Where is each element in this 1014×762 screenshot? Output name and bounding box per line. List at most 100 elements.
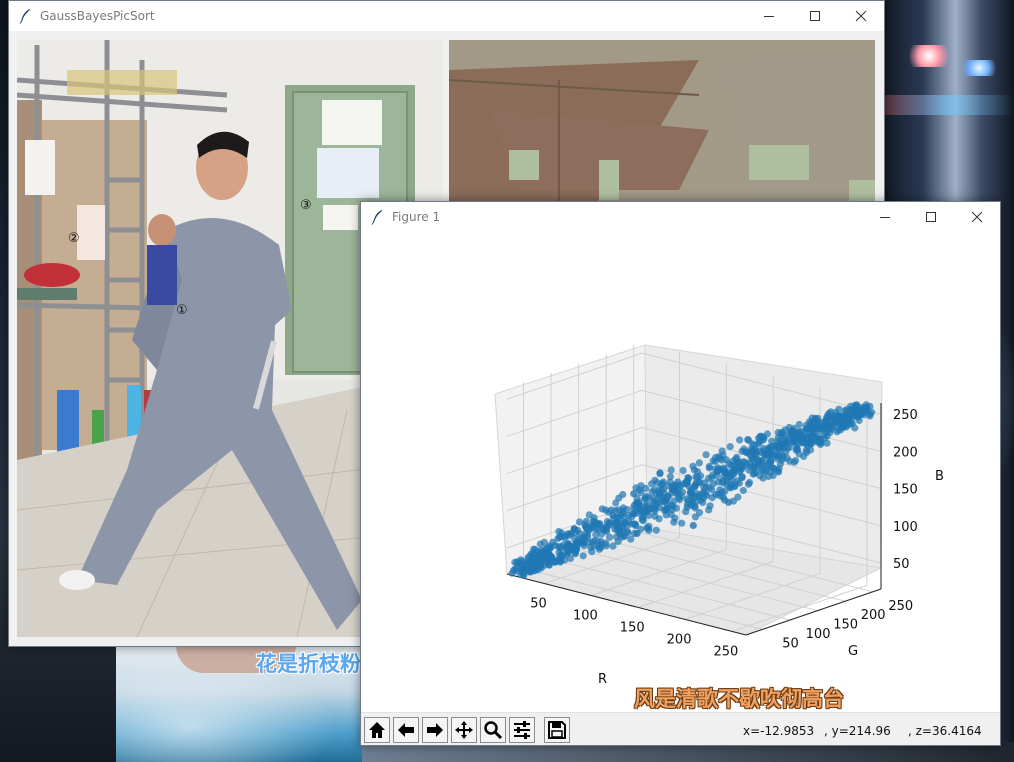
zoom-icon [484, 721, 503, 740]
scatter-point [529, 552, 537, 560]
x-tick-label: 100 [573, 609, 598, 624]
figure-window[interactable]: Figure 1 50 100 150 200 250 50 100 150 200 250 50 1… [360, 201, 1001, 746]
marker-2: ② [68, 231, 80, 246]
scatter-point [691, 502, 699, 510]
home-button[interactable] [364, 717, 390, 743]
zoom-button[interactable] [480, 717, 506, 743]
scatter-point [529, 561, 537, 570]
save-button[interactable] [544, 717, 570, 743]
scatter-point [633, 529, 641, 537]
scatter-point [602, 523, 610, 531]
scatter-point [627, 535, 635, 543]
scatter-point [683, 479, 691, 488]
marker-3: ③ [300, 198, 312, 213]
maximize-button[interactable] [792, 1, 838, 31]
scatter-point [840, 413, 848, 421]
close-icon [971, 211, 983, 223]
scatter-point [652, 526, 660, 534]
scatter-point [775, 453, 783, 461]
scatter-3d-plot[interactable]: 50 100 150 200 250 50 100 150 200 250 50 100 150 200 2… [361, 232, 1000, 712]
figure-close-button[interactable] [954, 202, 1000, 232]
x-tick-label: 250 [714, 644, 739, 659]
back-button[interactable] [393, 717, 419, 743]
scatter-point [815, 435, 823, 443]
scatter-point [630, 490, 638, 498]
scatter-point [632, 522, 640, 530]
figure-maximize-button[interactable] [908, 202, 954, 232]
pan-icon [455, 721, 473, 739]
scatter-point [575, 518, 584, 526]
pan-button[interactable] [451, 717, 477, 743]
scatter-point [555, 533, 564, 541]
scatter-point [702, 451, 710, 459]
scatter-point [656, 469, 664, 477]
scatter-point [635, 498, 643, 506]
scatter-point [570, 525, 578, 533]
scatter-point [769, 471, 777, 480]
figure-toolbar: x=-12.9853 , y=214.96 , z=36.4164 [361, 712, 1000, 745]
scatter-point [793, 444, 801, 452]
home-icon [369, 722, 385, 738]
scatter-point [662, 511, 670, 519]
scatter-point [695, 459, 703, 467]
scatter-point [792, 456, 800, 465]
scatter-point [669, 502, 677, 510]
scatter-point [671, 514, 679, 522]
scatter-point [739, 486, 747, 495]
scatter-point [612, 499, 620, 507]
scatter-point [806, 436, 814, 445]
maximize-icon [810, 11, 820, 21]
cursor-z-readout: , z=36.4164 [908, 724, 982, 738]
feather-icon [371, 210, 382, 225]
scatter-point [624, 517, 633, 525]
scatter-point [739, 458, 747, 466]
minimize-button[interactable] [746, 1, 792, 31]
scatter-point [692, 479, 700, 487]
scatter-point [862, 404, 870, 412]
close-button[interactable] [838, 1, 884, 31]
scatter-point [594, 543, 603, 551]
scatter-point [679, 466, 687, 475]
scatter-point [667, 466, 675, 474]
scatter-point [652, 502, 660, 510]
cursor-y-readout: , y=214.96 [824, 724, 891, 738]
configure-subplots-button[interactable] [509, 717, 535, 743]
marker-1: ① [176, 303, 188, 318]
window-title: GaussBayesPicSort [40, 9, 155, 23]
scatter-point [847, 402, 855, 410]
scatter-point [727, 462, 735, 470]
z-tick-label: 50 [893, 557, 910, 572]
y-tick-label: 150 [833, 618, 858, 633]
cursor-x-readout: x=-12.9853 [743, 724, 815, 738]
scatter-point [802, 421, 810, 429]
scatter-point [670, 481, 679, 489]
scatter-point [823, 432, 831, 440]
title-bar[interactable]: GaussBayesPicSort [9, 1, 884, 31]
scatter-point [556, 543, 565, 551]
scatter-point [822, 414, 830, 422]
scatter-point [799, 438, 807, 446]
scatter-point [632, 509, 641, 517]
scatter-point [738, 473, 746, 481]
scatter-point [545, 550, 553, 558]
configure-subplots-icon [514, 721, 530, 739]
scatter-point [689, 521, 697, 530]
forward-button[interactable] [422, 717, 448, 743]
scatter-point [644, 524, 652, 533]
scatter-point [721, 487, 729, 495]
y-tick-label: 100 [806, 627, 831, 642]
scatter-point [866, 412, 874, 420]
scatter-point [592, 531, 600, 539]
x-tick-label: 150 [620, 620, 645, 635]
figure-minimize-button[interactable] [862, 202, 908, 232]
scatter-point [774, 444, 782, 452]
scatter-point [732, 455, 740, 463]
scatter-point [649, 494, 657, 503]
scatter-point [536, 553, 545, 561]
figure-title-bar[interactable]: Figure 1 [361, 202, 1000, 232]
scatter-point [742, 448, 750, 457]
scatter-point [624, 529, 632, 537]
scatter-point [749, 470, 757, 478]
y-axis-label: G [848, 644, 858, 659]
scatter-point [666, 473, 674, 481]
